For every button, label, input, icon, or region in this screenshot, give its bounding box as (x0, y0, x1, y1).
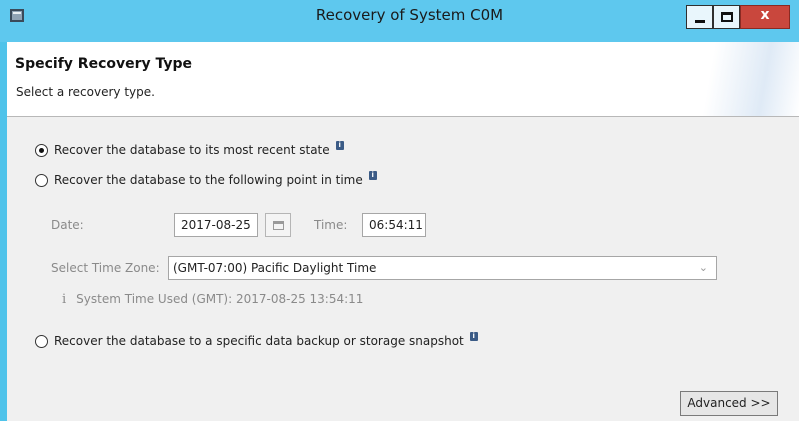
maximize-button[interactable] (713, 5, 740, 29)
date-input[interactable]: 2017-08-25 (174, 213, 258, 237)
info-note-icon: i (62, 292, 67, 307)
date-label: Date: (51, 218, 84, 232)
maximize-icon (721, 12, 733, 22)
page-title: Specify Recovery Type (15, 56, 193, 72)
timezone-label: Select Time Zone: (51, 261, 160, 275)
time-label: Time: (314, 218, 348, 232)
system-time-note: i System Time Used (GMT): 2017-08-25 13:5… (62, 292, 363, 307)
wizard-header: Specify Recovery Type Select a recovery … (7, 42, 799, 116)
radio-backup-snapshot[interactable] (35, 334, 48, 348)
option-backup-snapshot[interactable]: Recover the database to a specific data … (35, 331, 478, 348)
info-icon[interactable]: i (335, 140, 344, 150)
window-title: Recovery of System C0M (315, 6, 504, 24)
time-input[interactable]: 06:54:11 (362, 213, 426, 237)
system-time-text: System Time Used (GMT): 2017-08-25 13:54… (76, 292, 364, 306)
option-point-in-time[interactable]: Recover the database to the following po… (35, 170, 377, 187)
option-point-in-time-label: Recover the database to the following po… (54, 173, 363, 187)
wizard-body: Recover the database to its most recent … (7, 116, 799, 421)
page-subtitle: Select a recovery type. (16, 85, 155, 99)
chevron-down-icon: ⌄ (698, 261, 708, 274)
info-icon[interactable]: i (469, 331, 478, 341)
option-most-recent-label: Recover the database to its most recent … (54, 143, 330, 157)
advanced-button[interactable]: Advanced >> (680, 391, 778, 416)
minimize-button[interactable] (686, 5, 713, 29)
title-bar: Recovery of System C0M x (0, 0, 799, 42)
close-icon: x (760, 7, 770, 23)
info-icon[interactable]: i (368, 170, 377, 180)
radio-most-recent[interactable] (35, 143, 48, 157)
recovery-window: Recovery of System C0M x Specify Recover… (0, 0, 799, 421)
radio-point-in-time[interactable] (35, 173, 48, 187)
calendar-button[interactable] (265, 213, 291, 237)
option-most-recent[interactable]: Recover the database to its most recent … (35, 140, 344, 157)
calendar-icon (273, 221, 284, 230)
option-backup-snapshot-label: Recover the database to a specific data … (54, 334, 464, 348)
timezone-selected-value: (GMT-07:00) Pacific Daylight Time (173, 261, 377, 275)
close-button[interactable]: x (740, 5, 790, 29)
timezone-select[interactable]: (GMT-07:00) Pacific Daylight Time ⌄ (168, 256, 717, 280)
minimize-icon (695, 20, 705, 23)
